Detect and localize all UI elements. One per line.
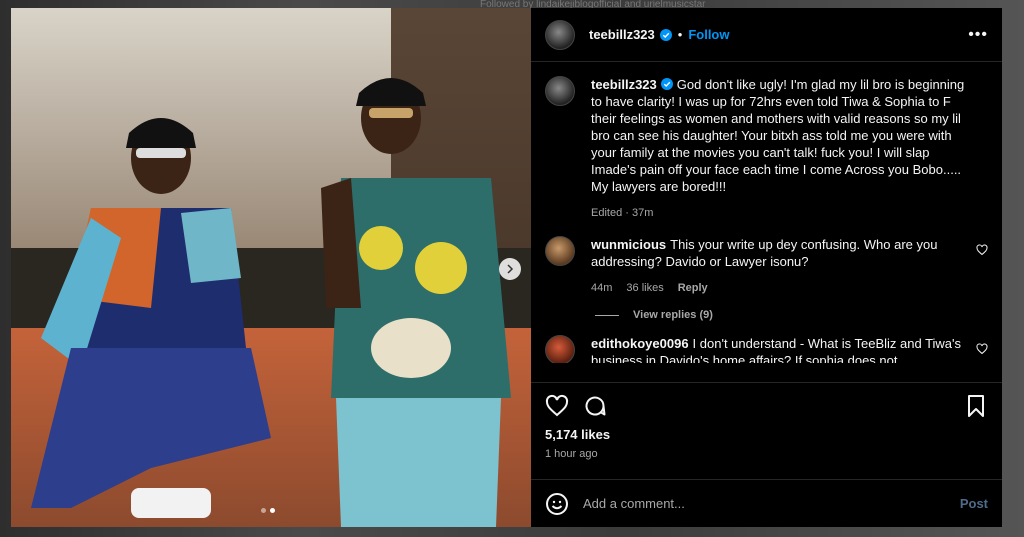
more-icon[interactable]: ••• <box>968 26 988 44</box>
post-actions: 5,174 likes 1 hour ago <box>531 383 1002 479</box>
comment-username[interactable]: wunmicious <box>591 237 666 252</box>
separator-dot: • <box>677 27 683 42</box>
verified-icon <box>659 28 672 41</box>
carousel-dot-active <box>270 508 275 513</box>
avatar[interactable] <box>545 236 575 266</box>
carousel-dot <box>261 508 266 513</box>
avatar[interactable] <box>545 76 575 106</box>
caption: teebillz323 God don't like ugly! I'm glad… <box>545 76 988 222</box>
list-item: wunmicious This your write up dey confusi… <box>545 236 988 297</box>
header-username[interactable]: teebillz323 <box>589 27 655 42</box>
comment-time[interactable]: 44m <box>591 280 612 297</box>
carousel-dots <box>261 508 275 513</box>
list-item: edithokoye0096 I don't understand - What … <box>545 335 988 363</box>
caption-username[interactable]: teebillz323 <box>591 77 657 92</box>
avatar[interactable] <box>545 19 575 50</box>
view-replies-button[interactable]: View replies (9) <box>595 309 988 321</box>
photo-person-right <box>321 78 511 527</box>
reply-button[interactable]: Reply <box>678 280 708 297</box>
comment-icon[interactable] <box>583 394 607 418</box>
posted-time[interactable]: 1 hour ago <box>545 448 988 460</box>
caption-text: God don't like ugly! I'm glad my lil bro… <box>591 77 965 194</box>
edited-label: Edited · 37m <box>591 207 654 219</box>
heart-icon[interactable] <box>976 244 988 256</box>
view-replies-label: View replies (9) <box>633 309 713 321</box>
follow-button[interactable]: Follow <box>688 27 729 42</box>
heart-icon[interactable] <box>545 394 569 418</box>
comment-likes[interactable]: 36 likes <box>626 280 663 297</box>
heart-icon[interactable] <box>976 343 988 355</box>
post-image[interactable] <box>11 8 531 527</box>
bookmark-icon[interactable] <box>964 394 988 418</box>
comments-section[interactable]: teebillz323 God don't like ugly! I'm glad… <box>531 62 1002 383</box>
chevron-right-icon <box>507 264 514 274</box>
avatar[interactable] <box>545 335 575 363</box>
likes-count[interactable]: 5,174 likes <box>545 427 988 442</box>
comment-username[interactable]: edithokoye0096 <box>591 336 689 351</box>
post-button[interactable]: Post <box>960 496 988 511</box>
comment-input[interactable] <box>583 496 960 511</box>
post-sidebar: teebillz323 • Follow ••• teebillz323 God … <box>531 8 1002 527</box>
verified-icon <box>660 78 673 90</box>
post-header: teebillz323 • Follow ••• <box>531 8 1002 62</box>
add-comment-bar: Post <box>531 479 1002 527</box>
carousel-next-button[interactable] <box>499 258 521 280</box>
emoji-icon[interactable] <box>545 492 569 516</box>
post-modal: teebillz323 • Follow ••• teebillz323 God … <box>11 8 1002 527</box>
photo-person-left <box>31 118 271 518</box>
